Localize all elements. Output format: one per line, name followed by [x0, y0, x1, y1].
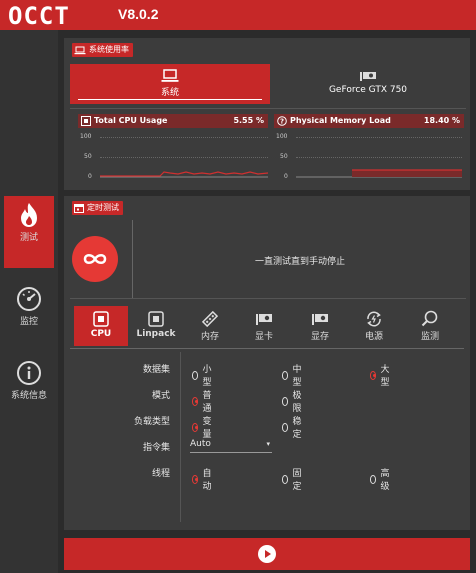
- panel-title: 系统使用率: [72, 43, 133, 57]
- sidebar-item-label: 系统信息: [10, 391, 47, 401]
- title-bar: OCCT V8.0.2: [0, 0, 476, 30]
- radio-circle: [282, 370, 289, 380]
- memory-load-label: Physical Memory Load: [290, 116, 391, 125]
- memory-axis-tick: 0: [284, 173, 288, 180]
- instruction-set-select[interactable]: Auto ▾: [190, 436, 272, 453]
- play-icon: [258, 545, 276, 563]
- divider: [70, 108, 466, 109]
- panel-title: 定时测试: [72, 201, 123, 215]
- mode-extreme-radio[interactable]: 极限: [282, 388, 304, 414]
- test-duration-text: 一直测试直到手动停止: [254, 257, 345, 267]
- dataset-label: 数据集: [142, 365, 170, 375]
- memory-load-value: 18.40 %: [423, 116, 460, 125]
- tab-cpu[interactable]: CPU: [74, 306, 128, 346]
- radio-circle: [282, 474, 289, 484]
- question-icon: ?: [277, 116, 287, 126]
- graphics-card-icon: [312, 314, 328, 325]
- infinity-icon: [83, 254, 107, 264]
- sidebar: 测试 监控 系统信息: [0, 30, 58, 573]
- radio-circle: [370, 370, 377, 380]
- tab-vram[interactable]: 显存: [294, 306, 346, 346]
- graphics-card-icon: [256, 314, 272, 325]
- svg-text:?: ?: [280, 118, 284, 126]
- mode-label: 模式: [151, 391, 170, 401]
- tab-monitoring[interactable]: 监测: [404, 306, 456, 346]
- app-logo: OCCT: [8, 2, 70, 30]
- memory-axis-tick: 50: [280, 153, 288, 160]
- tab-linpack[interactable]: Linpack: [130, 306, 182, 346]
- cpu-usage-label: Total CPU Usage: [94, 116, 168, 125]
- flame-icon: [21, 203, 37, 227]
- memory-stick-icon: [202, 311, 218, 327]
- cpu-axis-tick: 50: [84, 153, 92, 160]
- radio-circle: [192, 422, 199, 432]
- dataset-large-radio[interactable]: 大型: [370, 362, 392, 388]
- cpu-usage-widget: Total CPU Usage 5.55 % 100 50 0: [78, 114, 268, 184]
- laptop-icon: [161, 69, 179, 82]
- system-usage-panel: 系统使用率 系统 GeForce GTX 750 Total CPU Usage…: [64, 38, 470, 190]
- memory-load-graph: [296, 169, 462, 178]
- threads-advanced-radio[interactable]: 高级: [370, 466, 392, 492]
- tab-power[interactable]: 电源: [348, 306, 400, 346]
- linpack-icon: [148, 311, 164, 327]
- radio-circle: [192, 474, 199, 484]
- radio-circle: [192, 370, 199, 380]
- tab-graphics[interactable]: 显卡: [238, 306, 290, 346]
- radio-circle: [192, 396, 199, 406]
- dropdown-arrow-icon: ▾: [266, 440, 270, 448]
- cpu-axis-tick: 100: [80, 133, 92, 140]
- laptop-icon: [74, 46, 86, 54]
- instruction-set-label: 指令集: [142, 443, 170, 453]
- threads-label: 线程: [151, 469, 170, 479]
- cpu-usage-graph: [100, 171, 268, 178]
- info-icon: [17, 361, 41, 385]
- divider: [70, 298, 466, 299]
- mode-normal-radio[interactable]: 普通: [192, 388, 214, 414]
- tab-underline: [78, 99, 262, 100]
- infinite-duration-button[interactable]: [72, 236, 118, 282]
- magnifier-icon: [421, 310, 438, 327]
- cpu-usage-header: Total CPU Usage 5.55 %: [78, 114, 268, 128]
- sidebar-item-monitor[interactable]: 监控: [4, 280, 54, 352]
- divider: [70, 348, 464, 349]
- tab-memory[interactable]: 内存: [184, 306, 236, 346]
- dataset-medium-radio[interactable]: 中型: [282, 362, 304, 388]
- load-steady-radio[interactable]: 稳定: [282, 414, 304, 440]
- gauge-icon: [17, 287, 41, 311]
- cpu-usage-value: 5.55 %: [233, 116, 264, 125]
- calendar-icon: [74, 204, 84, 213]
- memory-load-widget: ? Physical Memory Load 18.40 % 100 50 0: [274, 114, 464, 184]
- sidebar-item-label: 测试: [19, 233, 38, 243]
- radio-circle: [282, 396, 289, 406]
- cpu-icon: [81, 116, 91, 126]
- threads-auto-radio[interactable]: 自动: [192, 466, 214, 492]
- start-test-button[interactable]: [64, 538, 470, 570]
- sidebar-item-label: 监控: [19, 317, 38, 327]
- dataset-small-radio[interactable]: 小型: [192, 362, 214, 388]
- threads-fixed-radio[interactable]: 固定: [282, 466, 304, 492]
- divider: [132, 220, 133, 298]
- tab-gpu[interactable]: GeForce GTX 750: [270, 64, 466, 104]
- sidebar-item-test[interactable]: 测试: [4, 196, 54, 268]
- app-version: V8.0.2: [118, 6, 159, 22]
- memory-axis-tick: 100: [276, 133, 288, 140]
- memory-load-header: ? Physical Memory Load 18.40 %: [274, 114, 464, 128]
- sidebar-item-system-info[interactable]: 系统信息: [4, 354, 54, 426]
- graphics-card-icon: [360, 72, 376, 81]
- radio-circle: [370, 474, 377, 484]
- load-type-label: 负载类型: [133, 417, 170, 427]
- radio-circle: [282, 422, 289, 432]
- power-cycle-icon: [367, 311, 381, 327]
- cpu-icon: [93, 311, 109, 327]
- cpu-axis-tick: 0: [88, 173, 92, 180]
- tab-system[interactable]: 系统: [70, 64, 270, 104]
- divider: [180, 352, 181, 522]
